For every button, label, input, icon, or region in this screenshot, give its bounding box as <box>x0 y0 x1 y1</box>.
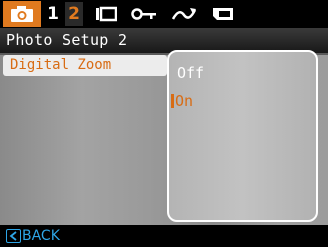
tab-camera[interactable] <box>3 1 41 27</box>
footer-bar: BACK <box>0 225 328 247</box>
back-label: BACK <box>22 228 60 244</box>
page-title: Photo Setup 2 <box>6 31 128 49</box>
selection-cursor <box>171 94 174 108</box>
tab-photo-setup-2[interactable]: 2 <box>65 2 83 26</box>
camera-icon <box>11 6 33 22</box>
tab-effects[interactable] <box>171 1 197 27</box>
menu-item-label: Digital Zoom <box>10 57 112 73</box>
tab-photo-setup-1[interactable]: 1 <box>44 2 62 26</box>
tab-connection[interactable] <box>131 1 157 27</box>
tab-display[interactable] <box>95 1 117 27</box>
option-on[interactable]: On <box>171 92 194 110</box>
curve-icon <box>171 8 197 20</box>
camera-menu-screen: 1 2 Photo Setup 2 Digital Zoom Off On BA… <box>0 0 328 247</box>
tab-memory-card[interactable] <box>211 1 235 27</box>
card-icon <box>213 8 233 20</box>
menu-tab-bar: 1 2 <box>0 0 328 28</box>
option-off[interactable]: Off <box>177 64 204 82</box>
back-button[interactable]: BACK <box>6 228 60 244</box>
display-icon <box>96 6 117 22</box>
back-arrow-icon <box>6 229 21 243</box>
key-icon <box>131 8 156 20</box>
option-panel: Off On <box>167 50 318 222</box>
option-on-label: On <box>175 92 194 110</box>
menu-item-digital-zoom[interactable]: Digital Zoom <box>3 55 167 76</box>
